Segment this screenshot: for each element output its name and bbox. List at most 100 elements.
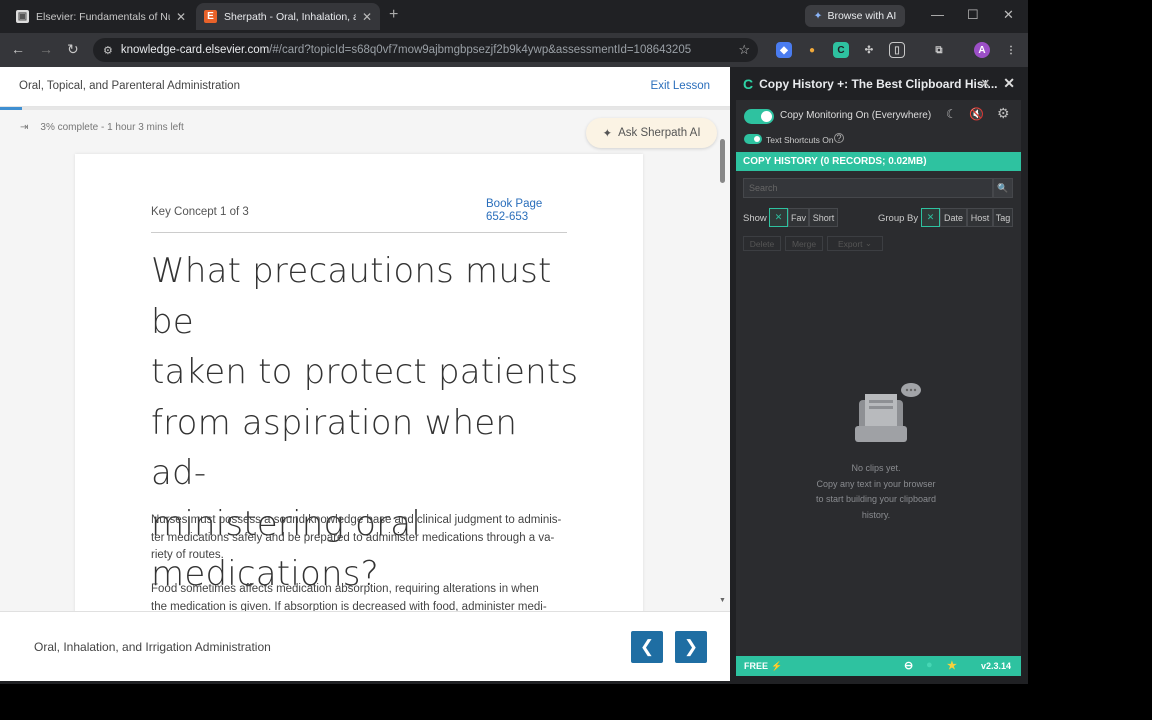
side-panel-icon[interactable]: ▯ xyxy=(889,42,905,58)
site-settings-icon[interactable]: ⚙ xyxy=(103,44,113,57)
copy-history-bar: COPY HISTORY (0 RECORDS; 0.02MB) xyxy=(736,152,1021,171)
question-line: What precautions must be xyxy=(151,251,552,342)
show-clear-chip[interactable]: ✕ xyxy=(769,208,788,227)
mute-icon[interactable]: 🔇 xyxy=(969,107,984,121)
tab-sherpath[interactable]: E Sherpath - Oral, Inhalation, and ✕ xyxy=(196,3,380,30)
paragraph-line: ter medications safely and be prepared t… xyxy=(151,531,555,544)
url-path: /#/card?topicId=s68q0vf7mow9ajbmgbpsezjf… xyxy=(269,44,692,56)
group-date-chip[interactable]: Date xyxy=(940,208,967,227)
night-mode-icon[interactable]: ☾ xyxy=(946,107,957,121)
show-fav-chip[interactable]: Fav xyxy=(788,208,809,227)
empty-clipboard-illustration-icon xyxy=(855,383,921,442)
lightning-icon: ⚡ xyxy=(771,660,783,671)
clipboard-extension: Copy Monitoring On (Everywhere) ☾ 🔇 ⚙ Te… xyxy=(736,100,1021,676)
browse-with-ai-label: Browse with AI xyxy=(827,10,897,22)
shortcuts-toggle[interactable] xyxy=(744,134,762,144)
lesson-page: Oral, Topical, and Parenteral Administra… xyxy=(0,67,730,681)
monitoring-label: Copy Monitoring On (Everywhere) xyxy=(780,110,932,121)
show-label: Show xyxy=(743,213,767,224)
monitoring-toggle[interactable] xyxy=(744,109,774,124)
show-short-chip[interactable]: Short xyxy=(809,208,838,227)
new-tab-icon[interactable]: + xyxy=(389,6,398,24)
empty-line: history. xyxy=(861,509,891,520)
unpin-icon[interactable]: ✕ xyxy=(981,77,990,90)
profile-avatar[interactable]: A xyxy=(974,42,990,58)
version-label: v2.3.14 xyxy=(980,661,1011,671)
next-button[interactable]: ❯ xyxy=(675,631,707,663)
tab-search-icon[interactable]: ⧉ xyxy=(931,42,947,58)
chat-icon[interactable]: ⊖ xyxy=(904,659,913,672)
maximize-icon[interactable]: ☐ xyxy=(967,7,979,23)
empty-line: to start building your clipboard xyxy=(815,494,937,504)
extensions-puzzle-icon[interactable]: ✣ xyxy=(861,42,877,58)
scroll-down-arrow-icon[interactable]: ▼ xyxy=(719,597,726,604)
side-panel: C Copy History +: The Best Clipboard His… xyxy=(731,67,1028,681)
knowledge-card: Key Concept 1 of 3 Book Page 652-653 Wha… xyxy=(75,154,643,614)
progress-text: 3% complete - 1 hour 3 mins left xyxy=(40,122,184,133)
reload-icon[interactable]: ↻ xyxy=(67,41,79,58)
menu-dots-icon[interactable]: ⋮ xyxy=(1003,42,1019,58)
close-tab-icon[interactable]: ✕ xyxy=(362,10,372,24)
side-panel-title: Copy History +: The Best Clipboard Hist.… xyxy=(759,76,998,91)
page-scrollbar-thumb[interactable] xyxy=(720,139,725,183)
copy-history-logo-icon: C xyxy=(743,75,754,92)
book-page-link[interactable]: Book Page 652-653 xyxy=(486,198,566,224)
extension-color-icon[interactable]: ● xyxy=(804,42,820,58)
merge-button[interactable]: Merge xyxy=(785,236,823,251)
page-footer: Oral, Inhalation, and Irrigation Adminis… xyxy=(0,611,730,681)
book-page-label: Book Page xyxy=(486,198,543,210)
browse-with-ai-button[interactable]: ✦ Browse with AI xyxy=(805,5,905,27)
dot-icon[interactable]: ● xyxy=(926,659,933,671)
extension-shield-icon[interactable]: ◆ xyxy=(776,42,792,58)
star-icon[interactable]: ★ xyxy=(947,659,957,672)
ask-sherpath-ai-button[interactable]: ✦ Ask Sherpath AI xyxy=(586,118,717,148)
paragraph-line: Food sometimes affects medication absorp… xyxy=(151,583,539,595)
search-input[interactable]: Search xyxy=(743,178,993,198)
course-title: Oral, Topical, and Parenteral Administra… xyxy=(19,80,240,92)
elsevier-favicon-icon: ▣ xyxy=(16,10,29,23)
tab-title: Elsevier: Fundamentals of Nurs xyxy=(36,10,170,23)
chevron-right-icon: ❯ xyxy=(683,637,699,656)
empty-line: Copy any text in your browser xyxy=(816,478,936,489)
paragraph-2: Food sometimes affects medication absorp… xyxy=(151,581,571,614)
expand-outline-icon[interactable]: ⇥ xyxy=(20,122,28,133)
help-icon[interactable]: ? xyxy=(834,133,844,143)
screen: ▣ Elsevier: Fundamentals of Nurs ✕ E She… xyxy=(0,0,1152,720)
bookmark-star-icon[interactable]: ☆ xyxy=(738,42,750,58)
side-panel-header: C Copy History +: The Best Clipboard His… xyxy=(731,67,1028,100)
extension-footer: FREE ⚡ ⊖ ● ★ v2.3.14 xyxy=(736,656,1021,676)
exit-lesson-link[interactable]: Exit Lesson xyxy=(651,80,710,92)
sherpath-favicon-icon: E xyxy=(204,10,217,23)
group-tag-chip[interactable]: Tag xyxy=(993,208,1013,227)
search-icon[interactable]: 🔍 xyxy=(993,178,1013,198)
sparkle-icon: ✦ xyxy=(813,10,823,22)
tab-elsevier[interactable]: ▣ Elsevier: Fundamentals of Nurs ✕ xyxy=(8,3,194,30)
empty-line: No clips yet. xyxy=(851,463,901,473)
forward-icon[interactable]: → xyxy=(39,41,53,57)
url-host: knowledge-card.elsevier.com xyxy=(120,44,270,56)
close-panel-icon[interactable]: ✕ xyxy=(1003,75,1015,92)
export-button[interactable]: Export ⌄ xyxy=(827,236,883,251)
key-concept-label: Key Concept 1 of 3 xyxy=(151,206,249,218)
chevron-left-icon: ❮ xyxy=(639,637,655,656)
previous-button[interactable]: ❮ xyxy=(631,631,663,663)
divider xyxy=(151,232,567,233)
close-window-icon[interactable]: ✕ xyxy=(1003,7,1014,23)
close-tab-icon[interactable]: ✕ xyxy=(176,10,186,24)
lesson-name: Oral, Inhalation, and Irrigation Adminis… xyxy=(34,640,271,654)
group-clear-chip[interactable]: ✕ xyxy=(921,208,940,227)
address-bar[interactable]: ⚙ knowledge-card.elsevier.com /#/card?to… xyxy=(93,38,758,62)
paragraph-line: riety of routes. xyxy=(151,549,224,561)
progress-bar xyxy=(0,107,730,110)
minimize-icon[interactable]: — xyxy=(931,7,944,22)
plan-label: FREE xyxy=(744,661,769,671)
group-host-chip[interactable]: Host xyxy=(967,208,993,227)
delete-button[interactable]: Delete xyxy=(743,236,781,251)
browser-toolbar: ← → ↻ ⚙ knowledge-card.elsevier.com /#/c… xyxy=(0,33,1028,67)
copy-history-extension-icon[interactable]: C xyxy=(833,42,849,58)
settings-gear-icon[interactable]: ⚙ xyxy=(997,105,1010,122)
question-line: from aspiration when ad- xyxy=(151,402,518,494)
back-icon[interactable]: ← xyxy=(11,41,25,57)
question-line: taken to protect patients xyxy=(151,352,579,392)
empty-state-text: No clips yet. Copy any text in your brow… xyxy=(796,461,956,523)
